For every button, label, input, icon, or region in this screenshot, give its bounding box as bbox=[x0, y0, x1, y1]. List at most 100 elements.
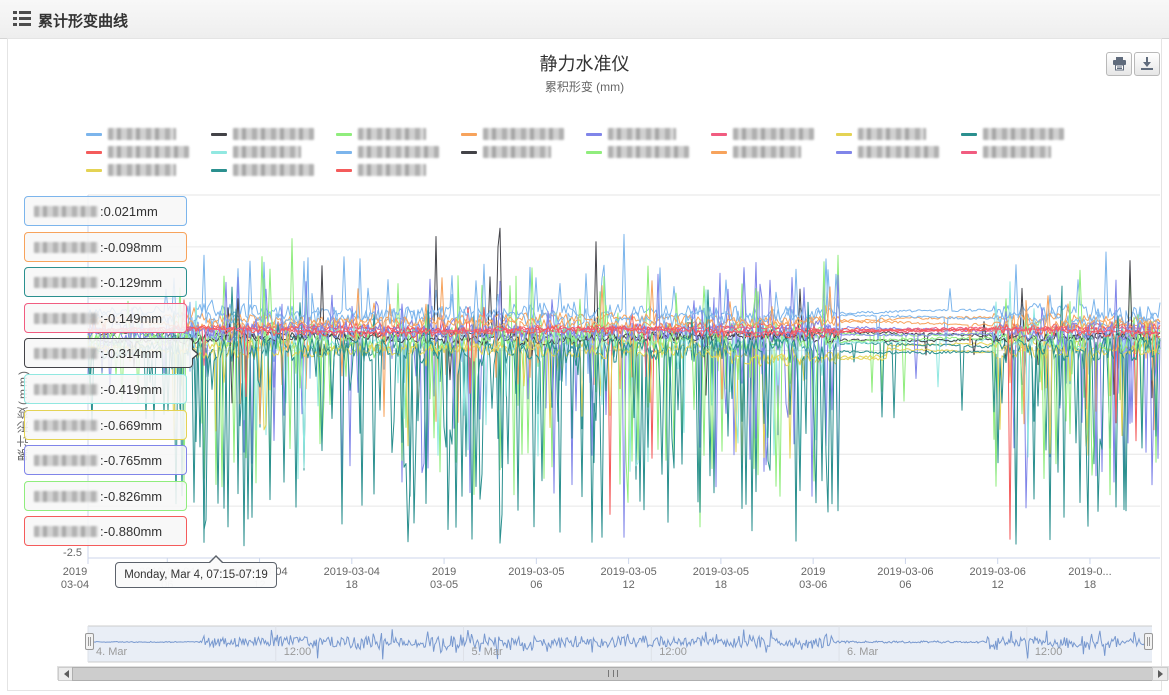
legend-item-series-13[interactable] bbox=[586, 146, 711, 158]
legend-label-redacted bbox=[358, 146, 439, 158]
x-axis-label: 2019-03-0612 bbox=[956, 566, 1040, 592]
legend-item-series-7[interactable] bbox=[836, 128, 961, 140]
legend-label-redacted bbox=[358, 164, 426, 176]
legend-label-redacted bbox=[983, 128, 1064, 140]
navigator-handle-left[interactable] bbox=[85, 633, 94, 650]
right-arrow-icon bbox=[1158, 670, 1163, 678]
legend-item-series-16[interactable] bbox=[961, 146, 1086, 158]
legend-marker bbox=[711, 133, 727, 136]
tooltip-label-redacted bbox=[34, 491, 98, 502]
tooltip-box: :-0.826mm bbox=[24, 481, 187, 511]
navigator-label: 6. Mar bbox=[847, 646, 878, 658]
navigator[interactable] bbox=[0, 625, 1169, 665]
page-title: 累计形变曲线 bbox=[38, 10, 128, 31]
tooltip-value: :-0.419mm bbox=[100, 382, 162, 397]
x-axis-label: 2019-0...18 bbox=[1048, 566, 1132, 592]
legend bbox=[86, 125, 1096, 179]
tooltip-label-redacted bbox=[34, 277, 98, 288]
app-root: 累计形变曲线 静力水准仪 累积形变 (mm) 累计形变(mm) -2.5 201… bbox=[0, 0, 1169, 695]
tooltip-box: :-0.149mm bbox=[24, 303, 187, 333]
legend-marker bbox=[86, 133, 102, 136]
navigator-handle-right[interactable] bbox=[1144, 633, 1153, 650]
tooltip-value: :-0.098mm bbox=[100, 240, 162, 255]
legend-item-series-15[interactable] bbox=[836, 146, 961, 158]
tooltip-value: :-0.129mm bbox=[100, 275, 162, 290]
y-tick-label: -2.5 bbox=[42, 547, 82, 559]
legend-label-redacted bbox=[608, 128, 676, 140]
tooltip-label-redacted bbox=[34, 455, 98, 466]
legend-label-redacted bbox=[608, 146, 689, 158]
legend-label-redacted bbox=[233, 128, 314, 140]
date-tooltip: Monday, Mar 4, 07:15-07:19 bbox=[115, 562, 277, 588]
tooltip-value: :-0.149mm bbox=[100, 311, 162, 326]
legend-label-redacted bbox=[108, 164, 176, 176]
tooltip-label-redacted bbox=[34, 242, 98, 253]
legend-marker bbox=[211, 133, 227, 136]
legend-marker bbox=[711, 151, 727, 154]
legend-marker bbox=[836, 151, 852, 154]
x-axis-label: 2019-03-0512 bbox=[587, 566, 671, 592]
legend-marker bbox=[586, 133, 602, 136]
tooltip-label-redacted bbox=[34, 206, 98, 217]
legend-marker bbox=[836, 133, 852, 136]
tooltip-value: :-0.765mm bbox=[100, 453, 162, 468]
tooltip-box: :-0.669mm bbox=[24, 410, 187, 440]
navigator-label: 12:00 bbox=[284, 646, 312, 658]
tooltip-value: :-0.826mm bbox=[100, 489, 162, 504]
legend-marker bbox=[336, 133, 352, 136]
tooltip-box: :0.021mm bbox=[24, 196, 187, 226]
tooltip-box: :-0.880mm bbox=[24, 516, 187, 546]
download-icon bbox=[1140, 57, 1154, 71]
legend-item-series-14[interactable] bbox=[711, 146, 836, 158]
legend-item-series-1[interactable] bbox=[86, 128, 211, 140]
legend-label-redacted bbox=[483, 146, 551, 158]
legend-label-redacted bbox=[108, 128, 176, 140]
tooltip-label-redacted bbox=[34, 348, 98, 359]
legend-item-series-19[interactable] bbox=[336, 164, 461, 176]
legend-item-series-2[interactable] bbox=[211, 128, 336, 140]
legend-label-redacted bbox=[483, 128, 564, 140]
legend-item-series-10[interactable] bbox=[211, 146, 336, 158]
tooltip-label-redacted bbox=[34, 384, 98, 395]
x-axis-label: 2019-03-0418 bbox=[310, 566, 394, 592]
header-bar: 累计形变曲线 bbox=[0, 0, 1169, 39]
tooltip-box: :-0.314mm bbox=[24, 338, 193, 368]
chart-title: 静力水准仪 bbox=[0, 50, 1169, 76]
legend-item-series-4[interactable] bbox=[461, 128, 586, 140]
legend-marker bbox=[961, 133, 977, 136]
scrollbar-thumb[interactable] bbox=[72, 667, 1154, 681]
x-axis-label: 2019-03-0518 bbox=[679, 566, 763, 592]
legend-label-redacted bbox=[108, 146, 189, 158]
legend-marker bbox=[86, 169, 102, 172]
x-axis-label: 2019-03-0506 bbox=[494, 566, 578, 592]
scrollbar[interactable] bbox=[57, 666, 1169, 680]
legend-item-series-5[interactable] bbox=[586, 128, 711, 140]
scrollbar-grip-icon bbox=[608, 670, 618, 677]
tooltip-box: :-0.765mm bbox=[24, 445, 187, 475]
print-button[interactable] bbox=[1106, 52, 1132, 76]
download-button[interactable] bbox=[1134, 52, 1160, 76]
legend-item-series-6[interactable] bbox=[711, 128, 836, 140]
legend-row bbox=[86, 125, 1096, 143]
legend-item-series-3[interactable] bbox=[336, 128, 461, 140]
legend-label-redacted bbox=[358, 128, 426, 140]
tooltip-value: :-0.880mm bbox=[100, 524, 162, 539]
scrollbar-right-button[interactable] bbox=[1152, 667, 1168, 681]
x-axis-label: 201903-06 bbox=[771, 566, 855, 592]
legend-item-series-18[interactable] bbox=[211, 164, 336, 176]
legend-marker bbox=[211, 151, 227, 154]
legend-label-redacted bbox=[983, 146, 1051, 158]
chart-subtitle: 累积形变 (mm) bbox=[0, 78, 1169, 95]
legend-item-series-17[interactable] bbox=[86, 164, 211, 176]
legend-label-redacted bbox=[233, 146, 301, 158]
x-axis-label: 201903-04 bbox=[33, 566, 117, 592]
legend-marker bbox=[336, 151, 352, 154]
legend-marker bbox=[86, 151, 102, 154]
legend-marker bbox=[336, 169, 352, 172]
tooltip-value: :0.021mm bbox=[100, 204, 158, 219]
legend-marker bbox=[211, 169, 227, 172]
legend-item-series-9[interactable] bbox=[86, 146, 211, 158]
legend-item-series-8[interactable] bbox=[961, 128, 1086, 140]
legend-item-series-11[interactable] bbox=[336, 146, 461, 158]
legend-item-series-12[interactable] bbox=[461, 146, 586, 158]
